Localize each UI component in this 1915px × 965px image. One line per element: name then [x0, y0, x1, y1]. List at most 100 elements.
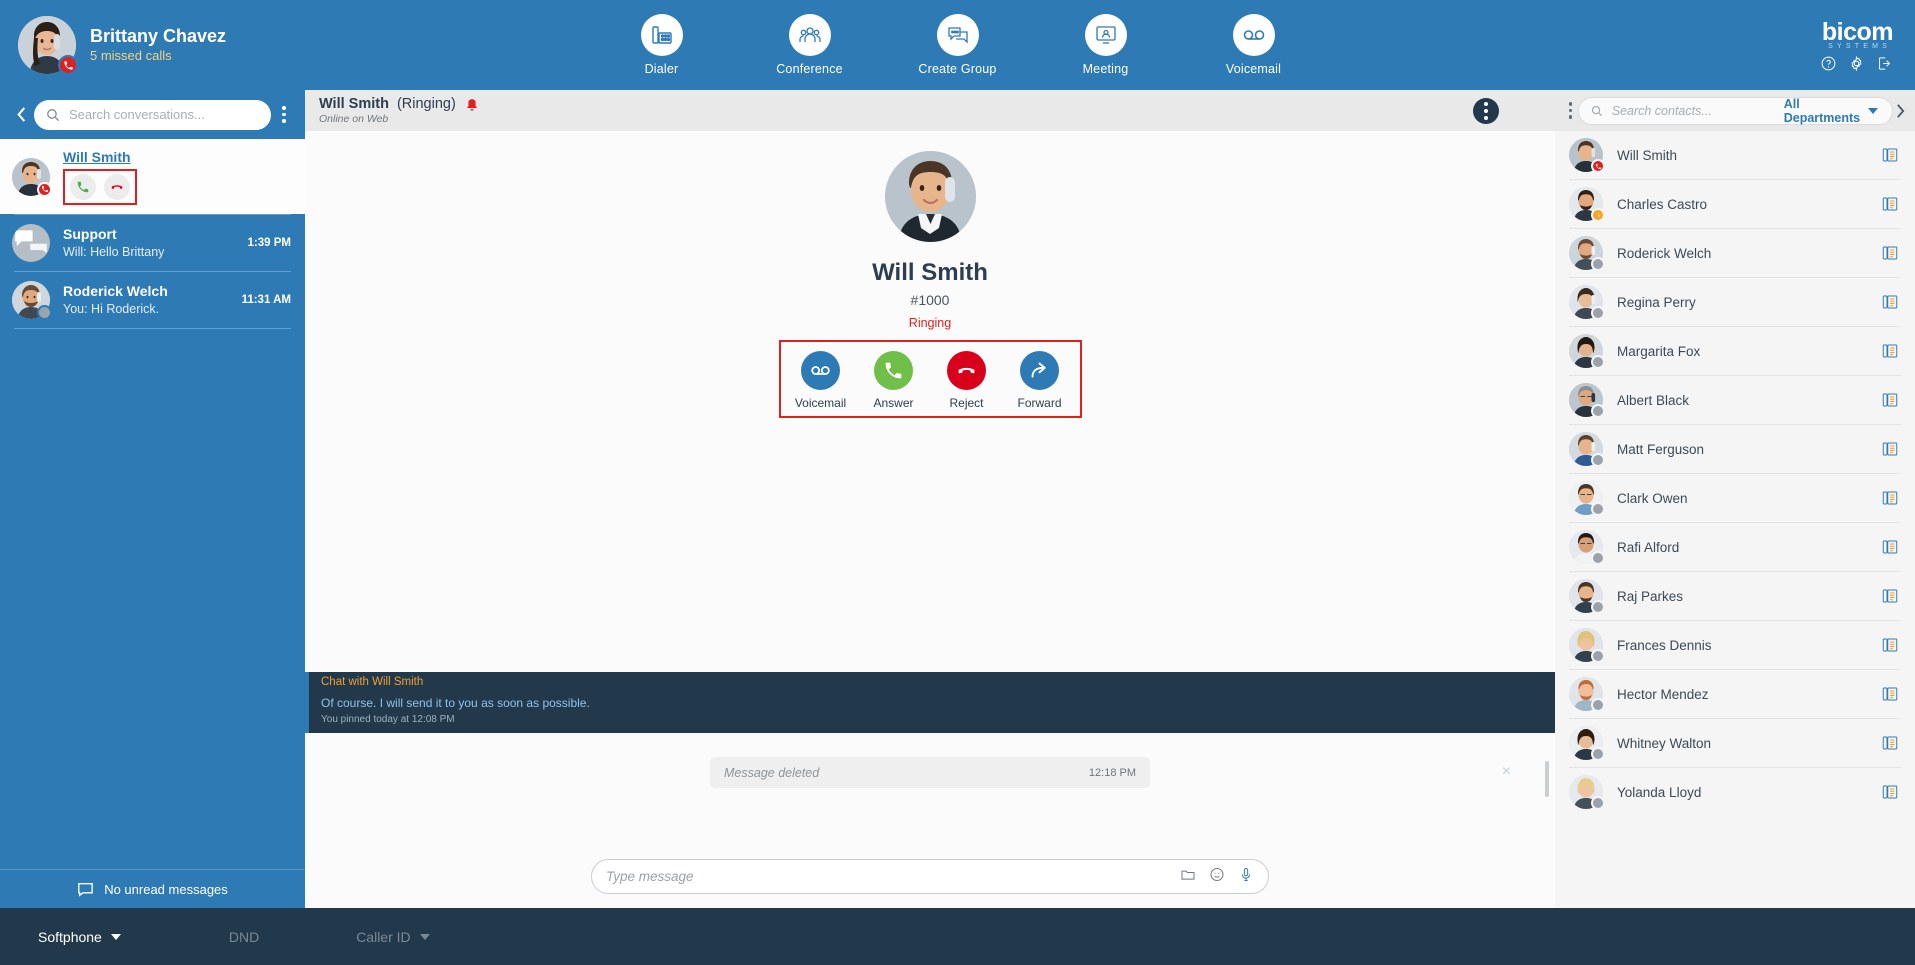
conversation-item-will-smith[interactable]: Will Smith: [0, 139, 305, 214]
chat-bubble-icon: [78, 882, 94, 897]
contact-phone-list-icon[interactable]: [1881, 587, 1899, 605]
conversation-preview: Will: Hello Brittany: [63, 245, 165, 259]
top-navigation: Dialer Conference Create Group Meeting V…: [300, 14, 1615, 76]
search-conversations-field[interactable]: [34, 99, 271, 130]
call-options-button[interactable]: [1473, 97, 1499, 124]
contact-avatar: [1569, 334, 1605, 369]
contacts-header: All Departments: [1555, 90, 1915, 131]
contact-item-roderick-welch[interactable]: Roderick Welch: [1555, 229, 1915, 277]
contact-item-matt-ferguson[interactable]: Matt Ferguson: [1555, 425, 1915, 473]
collapse-panel-button[interactable]: [8, 106, 34, 123]
contact-item-raj-parkes[interactable]: Raj Parkes: [1555, 572, 1915, 620]
search-icon: [1591, 105, 1602, 116]
nav-item-dialer[interactable]: Dialer: [616, 14, 708, 76]
contacts-menu-button[interactable]: [1563, 102, 1578, 119]
voicemail-action-button[interactable]: Voicemail: [795, 351, 847, 410]
help-icon[interactable]: [1820, 55, 1837, 72]
contact-phone-list-icon[interactable]: [1881, 146, 1899, 164]
softphone-selector[interactable]: Softphone: [38, 929, 121, 945]
dnd-toggle[interactable]: DND: [229, 929, 259, 945]
attach-folder-icon[interactable]: [1180, 866, 1196, 888]
reject-action-button[interactable]: Reject: [941, 351, 993, 410]
contact-phone-list-icon[interactable]: [1881, 440, 1899, 458]
answer-action-button[interactable]: Answer: [868, 351, 920, 410]
nav-item-conference[interactable]: Conference: [764, 14, 856, 76]
current-user-text: Brittany Chavez 5 missed calls: [90, 25, 226, 65]
contact-phone-list-icon[interactable]: [1881, 293, 1899, 311]
emoji-icon[interactable]: [1209, 866, 1225, 888]
contact-item-charles-castro[interactable]: Charles Castro: [1555, 180, 1915, 228]
contact-item-clark-owen[interactable]: Clark Owen: [1555, 474, 1915, 522]
message-input[interactable]: [606, 869, 1180, 884]
pinned-message-meta: You pinned today at 12:08 PM: [321, 714, 455, 725]
reject-call-button[interactable]: [104, 174, 130, 200]
contact-avatar: [1569, 187, 1605, 222]
presence-badge-offline: [1591, 600, 1605, 614]
current-user-block[interactable]: Brittany Chavez 5 missed calls: [0, 16, 300, 75]
pinned-message-text[interactable]: Of course. I will send it to you as soon…: [321, 695, 1543, 712]
chevron-right-icon: [1896, 103, 1904, 118]
contact-item-yolanda-lloyd[interactable]: Yolanda Lloyd: [1555, 768, 1915, 816]
unread-messages-bar[interactable]: No unread messages: [0, 869, 305, 908]
conversations-panel: Will Smith: [0, 90, 305, 908]
presence-badge-offline: [1591, 747, 1605, 761]
contact-item-frances-dennis[interactable]: Frances Dennis: [1555, 621, 1915, 669]
contact-name: Charles Castro: [1617, 196, 1708, 212]
conversation-item-roderick-welch[interactable]: Roderick Welch You: Hi Roderick. 11:31 A…: [0, 272, 305, 328]
contact-phone-list-icon[interactable]: [1881, 734, 1899, 752]
search-contacts-input[interactable]: [1611, 103, 1775, 118]
gear-icon[interactable]: [1848, 55, 1865, 72]
department-filter-dropdown[interactable]: All Departments: [1784, 97, 1881, 125]
contact-item-will-smith[interactable]: Will Smith: [1555, 131, 1915, 179]
contact-phone-list-icon[interactable]: [1881, 391, 1899, 409]
pinned-message-texts: Of course. I will send it to you as soon…: [321, 695, 1543, 727]
contact-item-hector-mendez[interactable]: Hector Mendez: [1555, 670, 1915, 718]
presence-badge-offline: [1591, 796, 1605, 810]
caller-extension: #1000: [910, 292, 950, 308]
chat-bubbles-icon: [15, 230, 47, 254]
forward-action-button[interactable]: Forward: [1014, 351, 1066, 410]
forward-action-label: Forward: [1017, 396, 1062, 410]
contact-avatar: [1569, 726, 1605, 761]
current-user-name: Brittany Chavez: [90, 26, 227, 46]
conversations-search-row: [0, 90, 305, 139]
search-contacts-field[interactable]: All Departments: [1577, 96, 1894, 125]
contact-item-whitney-walton[interactable]: Whitney Walton: [1555, 719, 1915, 767]
caller-id-selector[interactable]: Caller ID: [356, 929, 430, 945]
conversations-menu-button[interactable]: [271, 106, 297, 123]
contact-item-albert-black[interactable]: Albert Black: [1555, 376, 1915, 424]
logout-icon[interactable]: [1876, 55, 1893, 72]
contact-phone-list-icon[interactable]: [1881, 636, 1899, 654]
conversation-name: Will Smith: [63, 149, 131, 165]
contact-item-rafi-alford[interactable]: Rafi Alford: [1555, 523, 1915, 571]
search-conversations-input[interactable]: [69, 107, 259, 122]
contact-phone-list-icon[interactable]: [1881, 538, 1899, 556]
contact-item-margarita-fox[interactable]: Margarita Fox: [1555, 327, 1915, 375]
contact-phone-list-icon[interactable]: [1881, 244, 1899, 262]
close-icon[interactable]: ×: [1496, 763, 1517, 780]
contact-name: Frances Dennis: [1617, 637, 1712, 653]
phone-icon: [63, 60, 73, 70]
contacts-list: Will Smith Charles Castro Roderick Welch…: [1555, 131, 1915, 908]
answer-call-button[interactable]: [70, 174, 96, 200]
chat-scrollbar[interactable]: [1545, 761, 1549, 797]
nav-item-meeting[interactable]: Meeting: [1060, 14, 1152, 76]
contact-phone-list-icon[interactable]: [1881, 489, 1899, 507]
contact-phone-list-icon[interactable]: [1881, 685, 1899, 703]
presence-badge-ringing: [37, 181, 52, 197]
presence-badge-away: [1591, 208, 1605, 222]
phone-icon: [77, 181, 89, 193]
nav-item-voicemail[interactable]: Voicemail: [1208, 14, 1300, 76]
microphone-icon[interactable]: [1238, 866, 1254, 888]
contact-phone-list-icon[interactable]: [1881, 195, 1899, 213]
contact-phone-list-icon[interactable]: [1881, 783, 1899, 801]
conversation-item-support[interactable]: Support Will: Hello Brittany 1:39 PM: [0, 215, 305, 271]
contact-item-regina-perry[interactable]: Regina Perry: [1555, 278, 1915, 326]
missed-calls-status[interactable]: 5 missed calls: [90, 47, 226, 65]
contact-phone-list-icon[interactable]: [1881, 342, 1899, 360]
message-input-wrapper[interactable]: [591, 859, 1269, 894]
conversation-avatar: [12, 224, 50, 262]
nav-item-create-group[interactable]: Create Group: [912, 14, 1004, 76]
pinned-message-body: Of course. I will send it to you as soon…: [305, 692, 1555, 733]
expand-contacts-button[interactable]: [1893, 103, 1907, 119]
